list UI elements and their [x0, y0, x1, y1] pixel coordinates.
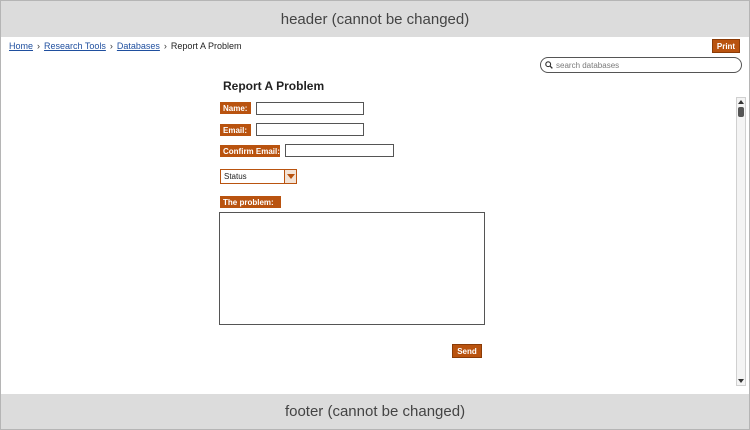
email-field[interactable]: [256, 123, 364, 136]
footer-text: footer (cannot be changed): [284, 403, 466, 420]
breadcrumb-research-tools-link[interactable]: Research Tools: [44, 41, 106, 51]
page-footer: footer (cannot be changed): [1, 394, 749, 429]
problem-textarea[interactable]: [219, 212, 485, 325]
send-button[interactable]: Send: [452, 344, 482, 358]
email-label: Email:: [220, 124, 251, 136]
print-button[interactable]: Print: [712, 39, 740, 53]
status-select-value: Status: [224, 172, 247, 181]
name-field[interactable]: [256, 102, 364, 115]
search-input[interactable]: [556, 60, 736, 70]
search-box[interactable]: [540, 57, 742, 73]
breadcrumb-separator-icon: ›: [109, 41, 113, 51]
breadcrumb-separator-icon: ›: [37, 41, 41, 51]
problem-label: The problem:: [220, 196, 281, 208]
scroll-down-arrow-icon[interactable]: [737, 377, 745, 385]
scrollbar[interactable]: [736, 97, 746, 386]
page-header: header (cannot be changed): [1, 1, 749, 37]
form-title: Report A Problem: [223, 79, 325, 93]
name-label: Name:: [220, 102, 251, 114]
scrollbar-thumb[interactable]: [738, 107, 744, 117]
confirm-email-field[interactable]: [285, 144, 394, 157]
breadcrumb-separator-icon: ›: [163, 41, 167, 51]
header-text: header (cannot be changed): [280, 10, 470, 28]
scroll-up-arrow-icon[interactable]: [737, 98, 745, 106]
breadcrumb-current: Report A Problem: [170, 41, 242, 51]
breadcrumb-home-link[interactable]: Home: [9, 41, 33, 51]
status-dropdown-button[interactable]: [284, 170, 296, 183]
status-select[interactable]: Status: [220, 169, 297, 184]
confirm-email-label: Confirm Email:: [220, 145, 280, 157]
breadcrumb: Home › Research Tools › Databases › Repo…: [9, 41, 241, 51]
chevron-down-icon: [286, 174, 295, 179]
breadcrumb-databases-link[interactable]: Databases: [117, 41, 160, 51]
search-icon: [545, 61, 553, 69]
